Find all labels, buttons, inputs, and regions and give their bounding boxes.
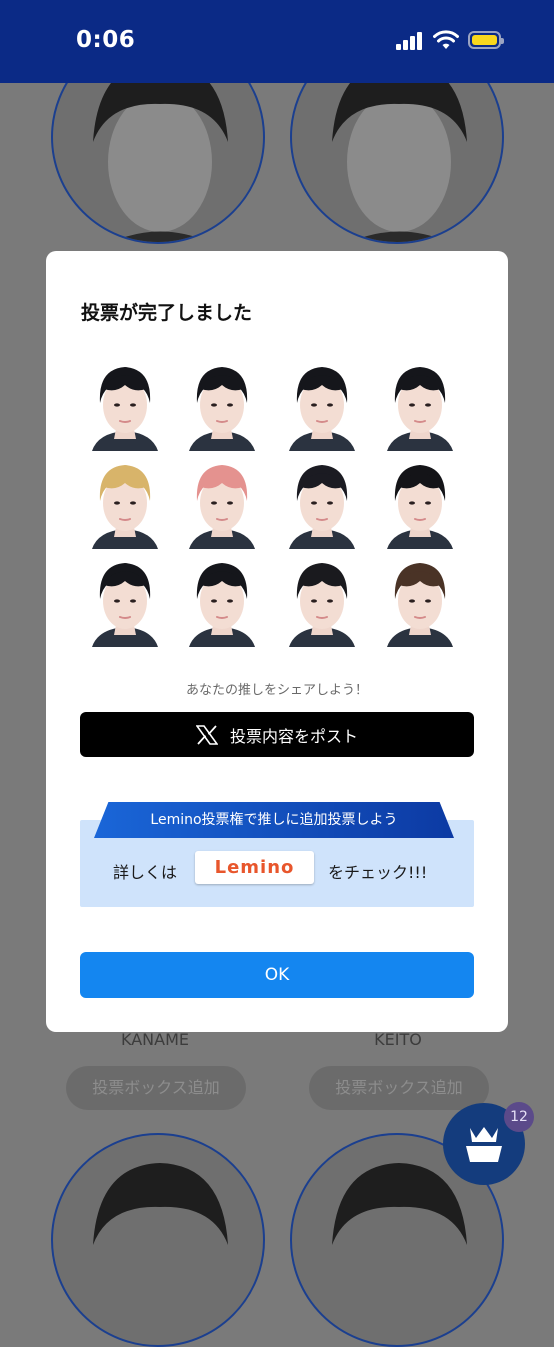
background-avatar — [51, 1133, 265, 1347]
background-card-name: KANAME — [121, 1030, 189, 1049]
lemino-promo-banner[interactable]: Lemino投票権で推しに追加投票しよう 詳しくは Lemino をチェック!!… — [80, 802, 474, 907]
x-logo-icon — [195, 724, 218, 745]
member-thumbnail — [381, 457, 459, 549]
dialog-title: 投票が完了しました — [81, 302, 253, 324]
wifi-icon — [433, 30, 459, 49]
lemino-logo-text: Lemino — [214, 857, 295, 878]
member-thumbnail — [283, 359, 361, 451]
lemino-logo[interactable]: Lemino — [195, 851, 314, 884]
vote-count-badge: 12 — [504, 1102, 534, 1132]
background-card-name: KEITO — [374, 1030, 422, 1049]
member-thumbnail — [283, 555, 361, 647]
member-thumbnail — [183, 555, 261, 647]
vote-complete-dialog: 投票が完了しました あなたの推しをシェアしよう！ 投票内容をポスト Lemino… — [46, 251, 508, 1032]
share-prompt: あなたの推しをシェアしよう！ — [185, 683, 368, 698]
member-thumbnail — [183, 457, 261, 549]
status-bar: 0:06 — [0, 0, 554, 83]
crown-box-icon — [466, 1127, 502, 1162]
ok-button[interactable]: OK — [80, 952, 474, 998]
post-vote-button[interactable]: 投票内容をポスト — [80, 712, 474, 757]
battery-icon — [468, 31, 504, 49]
add-vote-box-button[interactable]: 投票ボックス追加 — [66, 1066, 246, 1110]
member-thumbnail — [86, 359, 164, 451]
promo-ribbon: Lemino投票権で推しに追加投票しよう — [94, 802, 454, 838]
member-thumbnail — [283, 457, 361, 549]
post-vote-button-label: 投票内容をポスト — [229, 726, 358, 746]
promo-left-text: 詳しくは — [113, 863, 178, 882]
status-time: 0:06 — [76, 27, 136, 53]
member-thumbnail — [86, 457, 164, 549]
add-vote-box-button[interactable]: 投票ボックス追加 — [309, 1066, 489, 1110]
cellular-signal-icon — [396, 32, 426, 50]
member-thumbnail — [86, 555, 164, 647]
member-thumbnail — [183, 359, 261, 451]
promo-right-text: をチェック!!! — [328, 863, 428, 882]
member-thumbnail — [381, 555, 459, 647]
member-thumbnail — [381, 359, 459, 451]
